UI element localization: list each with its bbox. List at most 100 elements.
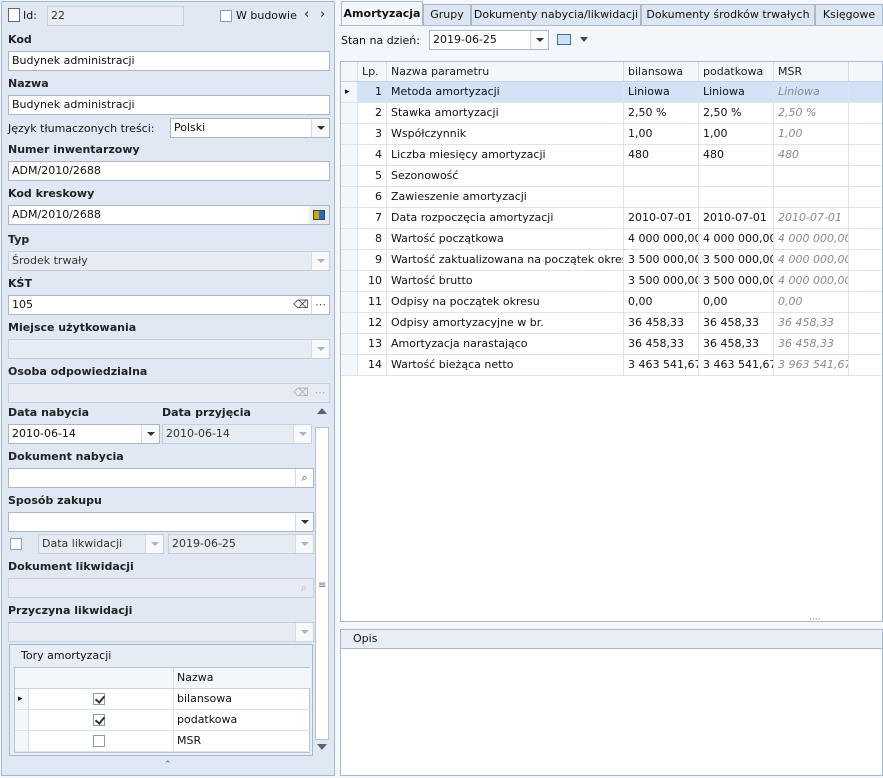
list-item[interactable]: MSR: [15, 731, 311, 752]
tab-dokumenty-nabycia[interactable]: Dokumenty nabycia/likwidacji: [471, 4, 641, 25]
cell-bilansowa[interactable]: Liniowa: [624, 82, 699, 103]
cell-nazwa[interactable]: Wartość początkowa: [387, 229, 624, 250]
row-indicator[interactable]: [341, 250, 358, 271]
cell-msr[interactable]: Liniowa: [774, 82, 849, 103]
cell-lp[interactable]: 6: [358, 187, 387, 208]
table-row[interactable]: 2 Stawka amortyzacji 2,50 % 2,50 % 2,50 %: [341, 103, 882, 124]
header-podatkowa[interactable]: podatkowa: [699, 62, 774, 82]
stan-date-field[interactable]: 2019-06-25: [429, 30, 549, 50]
row-indicator[interactable]: [341, 292, 358, 313]
cell-bilansowa[interactable]: 36 458,33: [624, 334, 699, 355]
cell-bilansowa[interactable]: 2,50 %: [624, 103, 699, 124]
row-indicator[interactable]: [341, 103, 358, 124]
chevron-down-icon[interactable]: [311, 119, 329, 137]
cell-bilansowa[interactable]: 0,00: [624, 292, 699, 313]
cell-bilansowa[interactable]: 1,00: [624, 124, 699, 145]
cell-lp[interactable]: 12: [358, 313, 387, 334]
cell-msr[interactable]: 2,50 %: [774, 103, 849, 124]
nazwa-field[interactable]: Budynek administracji: [8, 95, 330, 115]
tab-grupy[interactable]: Grupy: [423, 4, 471, 25]
row-indicator[interactable]: ▸: [15, 689, 29, 709]
cell-lp[interactable]: 1: [358, 82, 387, 103]
cell-lp[interactable]: 14: [358, 355, 387, 376]
cell-msr[interactable]: 4 000 000,00: [774, 250, 849, 271]
row-indicator[interactable]: [341, 355, 358, 376]
cell-podatkowa[interactable]: 3 500 000,00: [699, 250, 774, 271]
cell-nazwa[interactable]: Sezonowość: [387, 166, 624, 187]
scroll-up-icon[interactable]: [317, 408, 327, 414]
chevron-right-icon[interactable]: ›: [320, 7, 325, 22]
cell-msr[interactable]: 3 963 541,67: [774, 355, 849, 376]
search-icon[interactable]: ⌕: [295, 469, 313, 487]
row-indicator[interactable]: [341, 208, 358, 229]
cell-podatkowa[interactable]: [699, 166, 774, 187]
splitter-grip-icon[interactable]: ····: [809, 616, 820, 622]
barcode-icon[interactable]: [309, 206, 329, 224]
table-row[interactable]: 5 Sezonowość: [341, 166, 882, 187]
cell-bilansowa[interactable]: 3 500 000,00: [624, 271, 699, 292]
cell-lp[interactable]: 8: [358, 229, 387, 250]
table-row[interactable]: 4 Liczba miesięcy amortyzacji 480 480 480: [341, 145, 882, 166]
row-indicator[interactable]: [341, 124, 358, 145]
sposob-select[interactable]: [8, 512, 314, 532]
cell-lp[interactable]: 13: [358, 334, 387, 355]
cell-podatkowa[interactable]: 0,00: [699, 292, 774, 313]
cell-nazwa[interactable]: Zawieszenie amortyzacji: [387, 187, 624, 208]
cell-nazwa[interactable]: Data rozpoczęcia amortyzacji: [387, 208, 624, 229]
tor-checkbox[interactable]: [93, 735, 105, 747]
scroll-down-icon[interactable]: [317, 744, 327, 750]
jezyk-select[interactable]: Polski: [170, 118, 330, 138]
header-msr[interactable]: MSR: [774, 62, 849, 82]
chevron-down-icon[interactable]: [530, 31, 548, 49]
cell-lp[interactable]: 3: [358, 124, 387, 145]
row-indicator[interactable]: [341, 166, 358, 187]
table-row[interactable]: 9 Wartość zaktualizowana na początek okre…: [341, 250, 882, 271]
table-row[interactable]: 8 Wartość początkowa 4 000 000,00 4 000 000…: [341, 229, 882, 250]
cell-msr[interactable]: 480: [774, 145, 849, 166]
tab-ksiegowe[interactable]: Księgowe: [815, 4, 883, 25]
cell-podatkowa[interactable]: 2010-07-01: [699, 208, 774, 229]
cell-nazwa[interactable]: Odpisy na początek okresu: [387, 292, 624, 313]
cell-podatkowa[interactable]: Liniowa: [699, 82, 774, 103]
chevron-left-icon[interactable]: ‹: [304, 7, 309, 22]
tor-checkbox[interactable]: [93, 714, 105, 726]
cell-bilansowa[interactable]: 3 463 541,67: [624, 355, 699, 376]
table-row[interactable]: 13 Amortyzacja narastająco 36 458,33 36 458…: [341, 334, 882, 355]
cell-podatkowa[interactable]: 1,00: [699, 124, 774, 145]
chevron-down-icon[interactable]: [295, 513, 313, 531]
cell-msr[interactable]: 4 000 000,00: [774, 229, 849, 250]
row-indicator[interactable]: [15, 731, 29, 751]
cell-msr[interactable]: [774, 187, 849, 208]
cell-nazwa[interactable]: Współczynnik: [387, 124, 624, 145]
dropdown-arrow-icon[interactable]: [580, 37, 588, 42]
kod-field[interactable]: Budynek administracji: [8, 51, 330, 71]
cell-podatkowa[interactable]: 3 500 000,00: [699, 271, 774, 292]
data-likwidacji-checkbox[interactable]: [10, 538, 22, 550]
tab-dokumenty-srodkow[interactable]: Dokumenty środków trwałych: [641, 4, 815, 25]
list-item[interactable]: ▸ bilansowa: [15, 689, 311, 710]
cell-bilansowa[interactable]: 3 500 000,00: [624, 250, 699, 271]
cell-bilansowa[interactable]: 480: [624, 145, 699, 166]
cell-lp[interactable]: 11: [358, 292, 387, 313]
cell-nazwa[interactable]: Wartość bieżąca netto: [387, 355, 624, 376]
table-row[interactable]: 6 Zawieszenie amortyzacji: [341, 187, 882, 208]
cell-podatkowa[interactable]: 480: [699, 145, 774, 166]
header-nazwa[interactable]: Nazwa parametru: [387, 62, 624, 82]
cell-bilansowa[interactable]: [624, 187, 699, 208]
cell-lp[interactable]: 10: [358, 271, 387, 292]
cell-podatkowa[interactable]: [699, 187, 774, 208]
cell-msr[interactable]: 36 458,33: [774, 334, 849, 355]
cell-bilansowa[interactable]: 36 458,33: [624, 313, 699, 334]
dok-nabycia-field[interactable]: ⌕: [8, 468, 314, 488]
cell-nazwa[interactable]: Odpisy amortyzacyjne w br.: [387, 313, 624, 334]
cell-lp[interactable]: 7: [358, 208, 387, 229]
cell-podatkowa[interactable]: 36 458,33: [699, 313, 774, 334]
cell-nazwa[interactable]: Metoda amortyzacji: [387, 82, 624, 103]
cell-msr[interactable]: [774, 166, 849, 187]
cell-lp[interactable]: 9: [358, 250, 387, 271]
cell-bilansowa[interactable]: 4 000 000,00: [624, 229, 699, 250]
cell-nazwa[interactable]: Amortyzacja narastająco: [387, 334, 624, 355]
cell-msr[interactable]: 0,00: [774, 292, 849, 313]
cell-msr[interactable]: 1,00: [774, 124, 849, 145]
header-lp[interactable]: Lp.: [358, 62, 387, 82]
